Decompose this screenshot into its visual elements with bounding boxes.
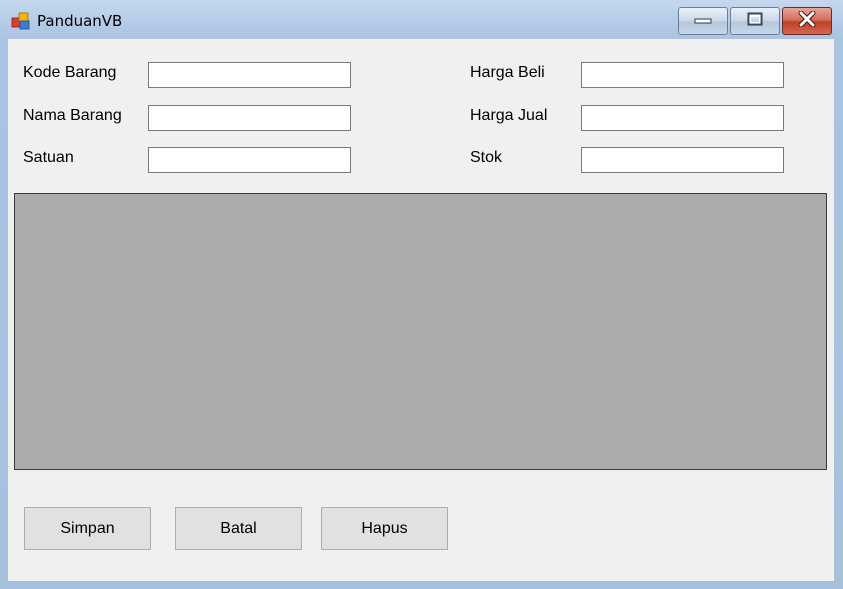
kode-barang-input[interactable]: [148, 62, 351, 88]
window-title: PanduanVB: [37, 12, 123, 30]
minimize-button[interactable]: [678, 7, 728, 35]
close-icon: [798, 10, 816, 32]
hapus-button[interactable]: Hapus: [321, 507, 448, 550]
maximize-button[interactable]: [730, 7, 780, 35]
minimize-icon: [694, 12, 712, 30]
data-grid-view[interactable]: [14, 193, 827, 470]
app-window-icon[interactable]: [11, 11, 31, 31]
stok-input[interactable]: [581, 147, 784, 173]
simpan-button[interactable]: Simpan: [24, 507, 151, 550]
harga-beli-label: Harga Beli: [470, 64, 545, 81]
title-bar[interactable]: PanduanVB: [0, 0, 843, 39]
harga-beli-input[interactable]: [581, 62, 784, 88]
nama-barang-label: Nama Barang: [23, 107, 122, 124]
app-window: PanduanVB Kode Barang Nama Barang Satuan…: [0, 0, 843, 589]
harga-jual-input[interactable]: [581, 105, 784, 131]
harga-jual-label: Harga Jual: [470, 107, 548, 124]
form-client-area: Kode Barang Nama Barang Satuan Harga Bel…: [8, 39, 834, 581]
close-button[interactable]: [782, 7, 832, 35]
satuan-input[interactable]: [148, 147, 351, 173]
kode-barang-label: Kode Barang: [23, 64, 117, 81]
maximize-icon: [746, 11, 764, 32]
satuan-label: Satuan: [23, 149, 74, 166]
nama-barang-input[interactable]: [148, 105, 351, 131]
batal-button[interactable]: Batal: [175, 507, 302, 550]
stok-label: Stok: [470, 149, 503, 166]
